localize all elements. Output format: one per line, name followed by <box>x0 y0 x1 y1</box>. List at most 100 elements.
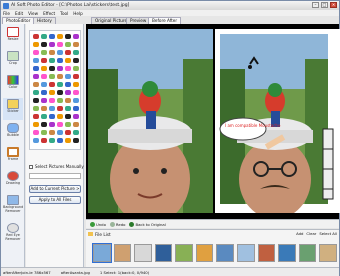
file-thumbnail[interactable] <box>237 243 255 262</box>
sticker-item[interactable] <box>57 66 63 71</box>
tab-before-after[interactable]: Before After <box>148 17 182 24</box>
picture-field[interactable] <box>29 173 81 179</box>
back-to-original-button[interactable]: Back to Original <box>129 221 166 227</box>
sticker-item[interactable] <box>49 122 55 127</box>
sticker-item[interactable] <box>41 98 47 103</box>
sticker-item[interactable] <box>41 106 47 111</box>
sticker-item[interactable] <box>33 50 39 55</box>
sticker-item[interactable] <box>73 98 79 103</box>
sticker-item[interactable] <box>57 130 63 135</box>
file-thumbnail[interactable] <box>175 243 193 262</box>
tab-preview[interactable]: Preview <box>126 17 151 24</box>
sticker-item[interactable] <box>73 106 79 111</box>
undo-button[interactable]: Undo <box>90 221 106 227</box>
tab-history[interactable]: History <box>33 17 56 24</box>
sidebar-item-drawing[interactable]: Drawing <box>3 170 23 192</box>
sticker-item[interactable] <box>65 50 71 55</box>
menu-tool[interactable]: Tool <box>60 11 68 16</box>
sticker-item[interactable] <box>41 66 47 71</box>
file-thumbnail[interactable] <box>278 243 296 262</box>
sidebar-item-background-remover[interactable]: Background Remover <box>3 194 23 216</box>
sticker-item[interactable] <box>65 82 71 87</box>
sidebar-item-crop[interactable]: Crop <box>3 50 23 72</box>
menu-file[interactable]: File <box>3 11 10 16</box>
sticker-item[interactable] <box>73 58 79 63</box>
sticker-item[interactable] <box>49 34 55 39</box>
sticker-item[interactable] <box>73 74 79 79</box>
sidebar-item-sticker[interactable]: Sticker <box>3 98 23 120</box>
sticker-item[interactable] <box>57 74 63 79</box>
sidebar-item-frame[interactable]: Frame <box>3 146 23 168</box>
sticker-item[interactable] <box>57 90 63 95</box>
sidebar-item-red-eye-remover[interactable]: Red Eye Remover <box>3 222 23 244</box>
sticker-item[interactable] <box>57 138 63 143</box>
menu-edit[interactable]: Edit <box>15 11 23 16</box>
sticker-item[interactable] <box>33 106 39 111</box>
menu-view[interactable]: View <box>28 11 38 16</box>
sticker-item[interactable] <box>49 106 55 111</box>
sticker-item[interactable] <box>49 130 55 135</box>
sticker-item[interactable] <box>57 114 63 119</box>
sticker-item[interactable] <box>65 130 71 135</box>
menu-help[interactable]: Help <box>73 11 83 16</box>
sticker-item[interactable] <box>73 50 79 55</box>
sticker-item[interactable] <box>41 82 47 87</box>
menu-effect[interactable]: Effect <box>43 11 55 16</box>
sticker-item[interactable] <box>41 130 47 135</box>
sticker-item[interactable] <box>65 66 71 71</box>
sticker-item[interactable] <box>33 82 39 87</box>
redo-button[interactable]: Redo <box>109 221 125 227</box>
file-thumbnail[interactable] <box>298 243 317 262</box>
sticker-item[interactable] <box>33 98 39 103</box>
sticker-item[interactable] <box>57 58 63 63</box>
select-all-button[interactable]: Select All <box>319 231 337 236</box>
sticker-item[interactable] <box>65 138 71 143</box>
sticker-item[interactable] <box>57 106 63 111</box>
sticker-item[interactable] <box>33 90 39 95</box>
file-thumbnail[interactable] <box>195 243 214 262</box>
maximize-button[interactable]: □ <box>321 2 328 8</box>
sticker-item[interactable] <box>65 98 71 103</box>
sticker-item[interactable] <box>73 42 79 47</box>
sticker-item[interactable] <box>57 42 63 47</box>
sticker-item[interactable] <box>57 50 63 55</box>
before-photo[interactable] <box>88 29 213 213</box>
sticker-item[interactable] <box>65 106 71 111</box>
sticker-item[interactable] <box>49 42 55 47</box>
clear-files-button[interactable]: Clear <box>306 231 316 236</box>
sticker-item[interactable] <box>41 138 47 143</box>
sticker-item[interactable] <box>33 58 39 63</box>
sticker-item[interactable] <box>73 122 79 127</box>
sticker-item[interactable] <box>73 138 79 143</box>
after-photo[interactable]: I am compatible Moustache <box>215 29 340 213</box>
sticker-item[interactable] <box>41 90 47 95</box>
file-thumbnail[interactable] <box>134 243 152 262</box>
sticker-item[interactable] <box>73 130 79 135</box>
sticker-item[interactable] <box>49 74 55 79</box>
sticker-item[interactable] <box>65 114 71 119</box>
sticker-item[interactable] <box>65 34 71 39</box>
sticker-item[interactable] <box>73 90 79 95</box>
sticker-item[interactable] <box>49 98 55 103</box>
sticker-item[interactable] <box>73 34 79 39</box>
sticker-item[interactable] <box>57 122 63 127</box>
sticker-item[interactable] <box>41 50 47 55</box>
sticker-item[interactable] <box>33 42 39 47</box>
sticker-item[interactable] <box>41 42 47 47</box>
sticker-item[interactable] <box>65 122 71 127</box>
file-thumbnail[interactable] <box>113 243 132 262</box>
sticker-item[interactable] <box>49 138 55 143</box>
select-manually-row[interactable]: Select Pictures Manually <box>29 164 84 169</box>
sticker-item[interactable] <box>33 74 39 79</box>
file-thumbnail[interactable] <box>154 243 173 262</box>
file-thumbnail[interactable] <box>257 243 276 262</box>
sticker-item[interactable] <box>33 34 39 39</box>
sticker-item[interactable] <box>33 122 39 127</box>
sticker-item[interactable] <box>73 66 79 71</box>
tab-photoeditor[interactable]: PhotoEditor <box>2 17 35 24</box>
sticker-item[interactable] <box>57 98 63 103</box>
sticker-item[interactable] <box>33 114 39 119</box>
sticker-item[interactable] <box>49 58 55 63</box>
sticker-item[interactable] <box>41 34 47 39</box>
sticker-item[interactable] <box>41 114 47 119</box>
